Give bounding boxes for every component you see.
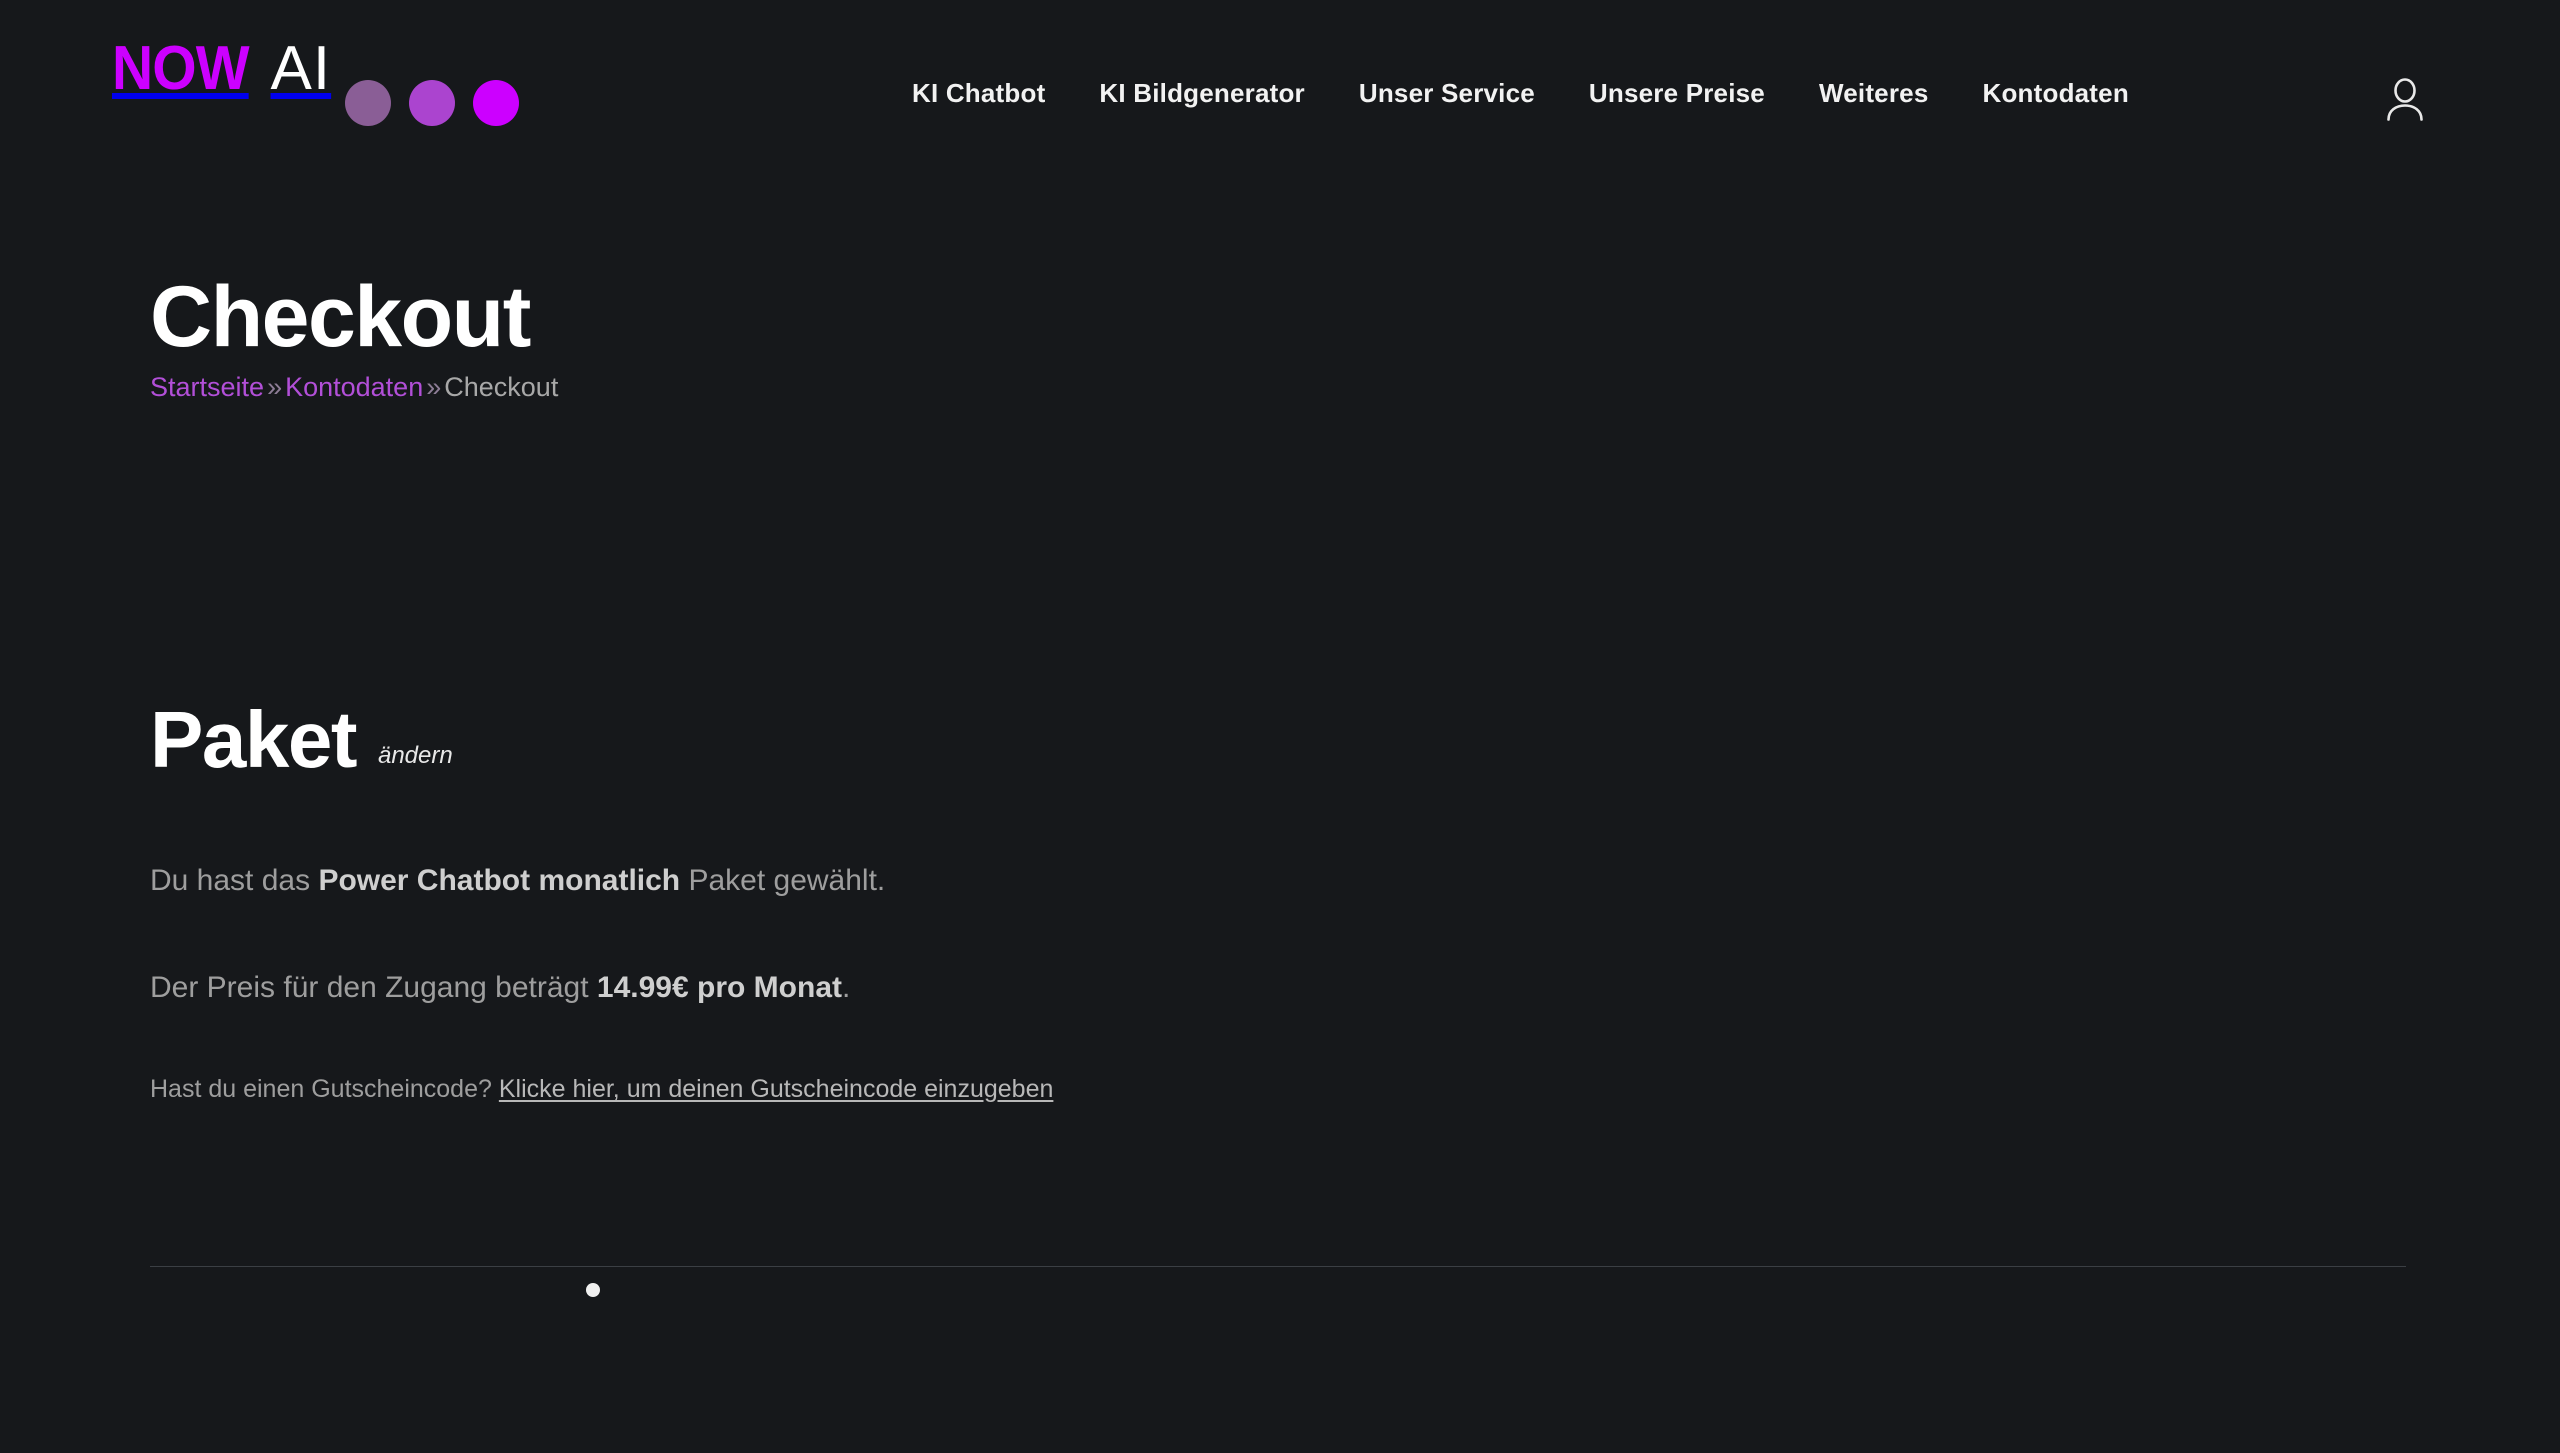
coupon-code-toggle-link[interactable]: Klicke hier, um deinen Gutscheincode ein…: [499, 1075, 1054, 1103]
logo-text-ai: AI: [270, 34, 332, 103]
coupon-question-label: Hast du einen Gutscheincode?: [150, 1075, 492, 1103]
price-value: 14.99€ pro Monat: [596, 971, 842, 1004]
order-review-section: Paket ändern Du hast das Power Chatbot m…: [150, 700, 2406, 1107]
section-title-paket: Paket: [150, 695, 357, 784]
package-section-header: Paket ändern: [150, 700, 2406, 780]
loading-dot: [586, 1283, 600, 1297]
nav-link-ki-bildgenerator[interactable]: KI Bildgenerator: [1099, 78, 1304, 109]
site-header: NOW AI KI Chatbot KI Bildgenerator Unser…: [0, 0, 2560, 188]
price-text-suffix: .: [842, 971, 851, 1004]
logo-dot-2: [409, 80, 456, 126]
logo-dot-1: [345, 80, 392, 126]
change-package-link[interactable]: ändern: [378, 742, 453, 770]
breadcrumb-link-startseite[interactable]: Startseite: [150, 372, 264, 402]
package-price-text: Der Preis für den Zugang beträgt 14.99€ …: [150, 965, 2406, 1010]
breadcrumb-separator-2: »: [426, 372, 442, 403]
coupon-prompt-row: Hast du einen Gutscheincode? Klicke hier…: [150, 1072, 2406, 1107]
breadcrumb-separator-1: »: [267, 372, 283, 403]
breadcrumb: Startseite» Kontodaten» Checkout: [150, 372, 558, 403]
nav-link-ki-chatbot[interactable]: KI Chatbot: [912, 78, 1045, 109]
logo-dot-3: [473, 80, 520, 126]
price-text-prefix: Der Preis für den Zugang beträgt: [150, 971, 597, 1004]
nav-link-unsere-preise[interactable]: Unsere Preise: [1589, 78, 1765, 109]
breadcrumb-current: Checkout: [444, 372, 559, 403]
nav-link-kontodaten[interactable]: Kontodaten: [1982, 78, 2128, 109]
logo-wordmark: NOW AI: [112, 38, 331, 100]
user-account-icon: [2387, 78, 2423, 121]
checkout-form-divider: [150, 1266, 2406, 1267]
page-header-block: Checkout Startseite» Kontodaten» Checkout: [150, 272, 558, 403]
logo-dots-group: [345, 80, 520, 126]
package-text-suffix: Paket gewählt.: [680, 864, 886, 897]
nav-link-weiteres[interactable]: Weiteres: [1819, 78, 1929, 109]
account-menu-button[interactable]: [2378, 72, 2432, 126]
nav-link-unser-service[interactable]: Unser Service: [1359, 78, 1535, 109]
page-title: Checkout: [150, 269, 531, 365]
package-name: Power Chatbot monatlich: [318, 864, 681, 897]
primary-navigation: KI Chatbot KI Bildgenerator Unser Servic…: [912, 78, 2129, 109]
site-logo[interactable]: NOW AI: [112, 38, 520, 128]
breadcrumb-link-kontodaten[interactable]: Kontodaten: [285, 372, 423, 402]
logo-text-now: NOW: [112, 34, 250, 103]
package-text-prefix: Du hast das: [150, 864, 319, 897]
selected-package-text: Du hast das Power Chatbot monatlich Pake…: [150, 858, 2406, 903]
